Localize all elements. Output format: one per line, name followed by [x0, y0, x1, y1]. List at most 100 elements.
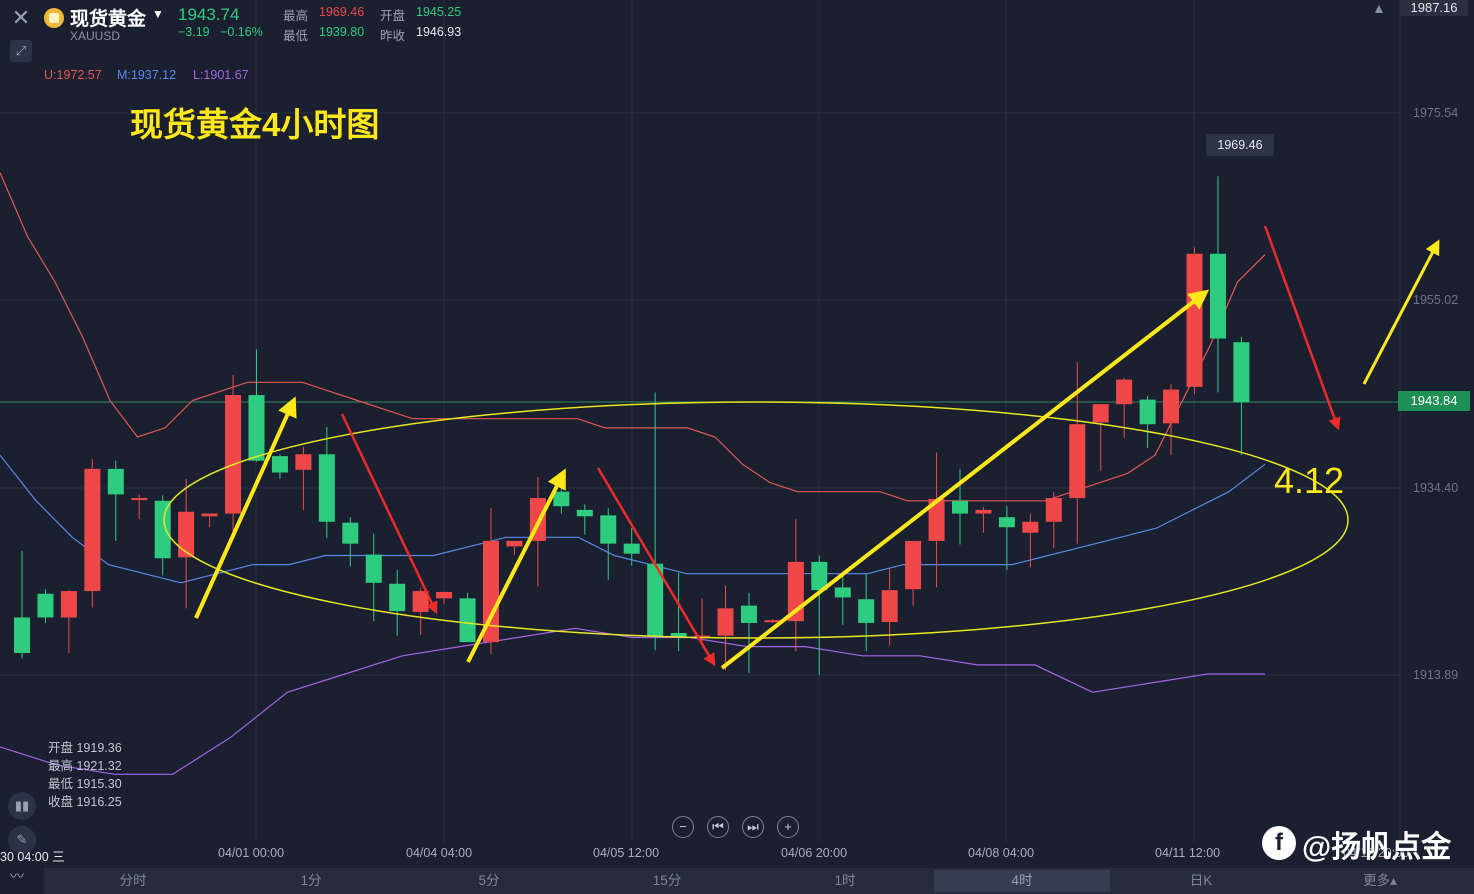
candle: [717, 585, 734, 671]
expand-icon[interactable]: ⤢: [10, 40, 32, 62]
red-arrow-3: [1263, 225, 1341, 431]
tab-timeframe-15m[interactable]: 15分: [608, 870, 726, 892]
candle: [295, 447, 312, 510]
candle-body: [905, 540, 922, 590]
candle-body: [459, 598, 476, 643]
candle-body: [623, 543, 640, 554]
candle-body: [553, 491, 570, 507]
tab-timeframe-1h[interactable]: 1时: [786, 870, 904, 892]
candle: [389, 570, 406, 636]
prev-close-label: 昨收: [380, 29, 406, 43]
candle-body: [436, 591, 453, 599]
candle-body: [600, 515, 617, 544]
candle: [1163, 384, 1180, 456]
candle: [506, 540, 523, 555]
bell-icon[interactable]: ▲: [1372, 0, 1390, 16]
candle: [1233, 336, 1250, 456]
candle: [600, 508, 617, 581]
ohlc-high: 最高 1921.32: [48, 759, 122, 773]
boll-middle-value: M:1937.12: [117, 68, 177, 82]
top-axis-price: 1987.16: [1400, 0, 1468, 16]
candle-body: [975, 509, 992, 514]
zoom-in-button[interactable]: +: [777, 816, 799, 838]
candle: [37, 589, 54, 623]
candle: [225, 374, 242, 533]
candle-body: [1233, 342, 1250, 403]
candle: [14, 550, 30, 659]
low-value: 1939.80: [319, 25, 365, 39]
candle: [178, 478, 195, 609]
price-axis-label: 1955.02: [1413, 293, 1459, 307]
line-chart-icon[interactable]: 〰: [10, 866, 24, 886]
last-price: 1943.74: [178, 5, 240, 24]
candle-body: [1022, 521, 1039, 533]
candle-body: [764, 620, 781, 623]
yellow-arrow-2: [466, 468, 566, 663]
date-annotation: 4.12: [1274, 460, 1345, 501]
instrument-dropdown-icon[interactable]: ▼: [152, 7, 164, 21]
tab-timeframe-daily[interactable]: 日K: [1142, 870, 1260, 892]
candle: [60, 590, 77, 654]
candle-body: [271, 456, 288, 473]
indicator-icon[interactable]: ▮▮: [8, 792, 36, 820]
instrument-name[interactable]: 现货黄金: [70, 4, 146, 31]
candle: [1022, 513, 1039, 568]
candle: [1139, 395, 1156, 448]
candle: [928, 452, 945, 588]
skip-start-button[interactable]: ⏮: [707, 816, 729, 838]
current-price-tag: 1943.84: [1398, 391, 1470, 411]
candle: [342, 517, 359, 567]
candle-body: [834, 587, 851, 598]
open-value: 1945.25: [416, 5, 462, 19]
candle-body: [389, 583, 406, 612]
boll-upper-value: U:1972.57: [44, 68, 102, 82]
zoom-out-button[interactable]: −: [672, 816, 694, 838]
watermark-logo: f: [1262, 826, 1296, 860]
candle: [248, 349, 265, 462]
price-axis-label: 1975.54: [1413, 106, 1459, 120]
candle: [131, 494, 148, 520]
gold-coin-icon: [44, 8, 64, 28]
tab-timeframe-5m[interactable]: 5分: [430, 870, 548, 892]
chart-title: 现货黄金4小时图: [130, 106, 380, 143]
candle: [811, 555, 828, 675]
candle: [1186, 247, 1203, 395]
candle-body: [248, 395, 265, 461]
candle: [576, 504, 593, 535]
candle: [1209, 176, 1226, 393]
change-value: −3.19: [178, 25, 210, 39]
time-axis-label: 04/06 20:00: [781, 846, 848, 860]
candle: [787, 519, 804, 652]
time-axis-label: 04/04 04:00: [406, 846, 473, 860]
high-price-tooltip: 1969.46: [1206, 134, 1274, 156]
candle-body: [225, 395, 242, 514]
candle-body: [858, 599, 875, 623]
high-label: 最高: [283, 9, 309, 23]
tab-timeframe-4h[interactable]: 4时: [934, 870, 1110, 892]
candle-body: [952, 500, 968, 514]
candle-body: [1069, 424, 1086, 499]
candle-body: [717, 608, 734, 636]
candle-body: [14, 617, 30, 654]
instrument-code: XAUUSD: [70, 29, 121, 43]
candle-body: [131, 498, 148, 501]
skip-end-button[interactable]: ⏭: [742, 816, 764, 838]
ohlc-close: 收盘 1916.25: [48, 795, 122, 809]
candle: [412, 588, 429, 635]
candle: [483, 508, 499, 654]
candle-body: [1116, 379, 1133, 405]
more-timeframes-button[interactable]: 更多▴: [1330, 870, 1430, 892]
candle: [1045, 491, 1062, 549]
price-axis-label: 1913.89: [1413, 668, 1459, 682]
candle: [740, 592, 757, 674]
tab-timeframe-intraday[interactable]: 分时: [74, 870, 192, 892]
time-axis-label: 04/01 00:00: [218, 846, 285, 860]
candle-body: [670, 632, 687, 637]
candle-body: [1139, 399, 1156, 425]
candle: [318, 426, 335, 539]
close-button[interactable]: ✕: [8, 6, 34, 32]
time-axis-label: 04/11 12:00: [1155, 846, 1221, 860]
tab-timeframe-1m[interactable]: 1分: [252, 870, 370, 892]
candle-body: [365, 554, 382, 583]
candle-body: [342, 522, 359, 544]
